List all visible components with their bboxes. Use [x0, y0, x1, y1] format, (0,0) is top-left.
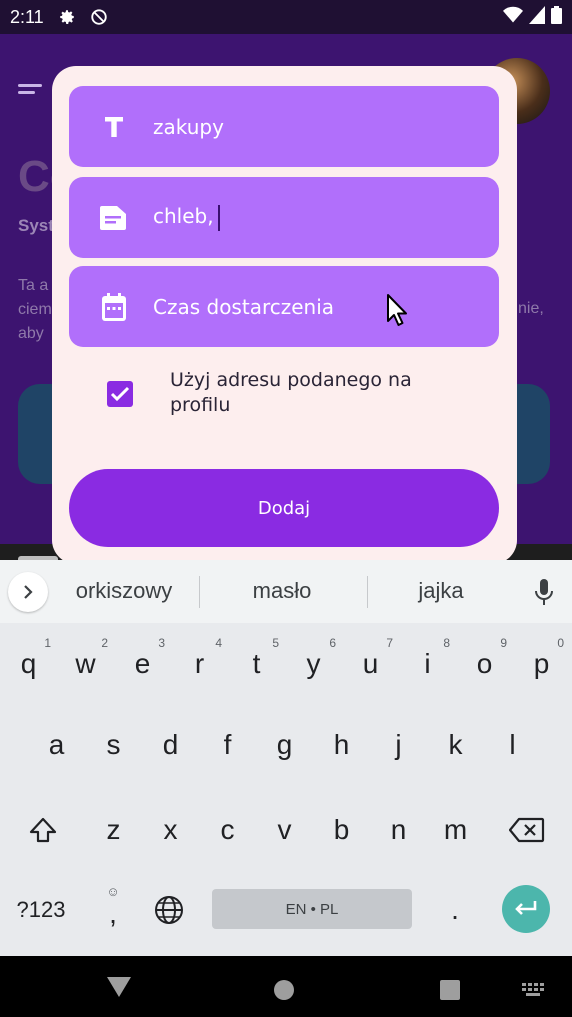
key-t[interactable]: t5: [228, 634, 285, 694]
mouse-cursor-icon: [386, 293, 408, 327]
title-field[interactable]: zakupy: [69, 86, 499, 167]
backspace-key[interactable]: [498, 800, 555, 860]
period-key[interactable]: .: [428, 880, 482, 940]
key-x[interactable]: x: [142, 800, 199, 860]
shift-key[interactable]: [14, 800, 71, 860]
suggestion-divider: [199, 576, 200, 608]
suggestion-3[interactable]: jajka: [371, 578, 511, 604]
key-l[interactable]: l: [484, 715, 541, 775]
battery-icon: [551, 5, 562, 29]
suggestion-bar: orkiszowy masło jajka: [0, 560, 572, 623]
expand-toolbar-button[interactable]: [8, 572, 48, 612]
recents-icon[interactable]: [440, 980, 460, 1000]
do-not-disturb-icon: [90, 8, 108, 26]
key-n[interactable]: n: [370, 800, 427, 860]
chevron-right-icon: [24, 585, 33, 599]
enter-icon: [515, 901, 537, 915]
content-field[interactable]: chleb,: [69, 177, 499, 258]
text-icon: [99, 112, 129, 142]
comma-key[interactable]: ☺ ,: [86, 880, 140, 940]
status-time: 2:11: [10, 6, 44, 27]
notes-icon: [99, 203, 129, 233]
text-caret: [217, 204, 220, 231]
home-icon[interactable]: [274, 980, 294, 1000]
globe-icon: [155, 896, 183, 924]
soft-keyboard: orkiszowy masło jajka q1 w2 e3 r4 t5 y6 …: [0, 560, 572, 956]
key-z[interactable]: z: [85, 800, 142, 860]
wifi-icon: [503, 6, 523, 29]
content-field-value: chleb,: [153, 204, 220, 231]
enter-key[interactable]: [502, 885, 550, 933]
emoji-icon: ☺: [106, 884, 120, 899]
background-subtitle: Syst: [18, 216, 54, 235]
key-q[interactable]: q1: [0, 634, 57, 694]
menu-icon: [18, 84, 42, 98]
use-profile-address-label: Użyj adresu podanego na profilu: [170, 369, 412, 416]
key-u[interactable]: u7: [342, 634, 399, 694]
key-m[interactable]: m: [427, 800, 484, 860]
key-g[interactable]: g: [256, 715, 313, 775]
key-i[interactable]: i8: [399, 634, 456, 694]
language-key[interactable]: [142, 880, 196, 940]
navigation-bar: [0, 956, 572, 1017]
microphone-icon[interactable]: [532, 578, 556, 606]
shift-icon: [29, 817, 56, 843]
status-bar: 2:11: [0, 0, 572, 34]
back-icon[interactable]: [106, 976, 132, 1002]
symbols-key[interactable]: ?123: [6, 880, 76, 940]
background-text-right: nie,: [518, 300, 544, 317]
spacebar[interactable]: EN • PL: [212, 889, 412, 929]
backspace-icon: [508, 817, 544, 843]
suggestion-divider: [367, 576, 368, 608]
key-w[interactable]: w2: [57, 634, 114, 694]
key-f[interactable]: f: [199, 715, 256, 775]
signal-icon: [529, 5, 545, 29]
add-button[interactable]: Dodaj: [69, 469, 499, 547]
delivery-time-field[interactable]: Czas dostarczenia: [69, 266, 499, 347]
add-order-dialog: zakupy chleb, Czas dostarczenia Użyj adr…: [52, 66, 517, 564]
key-b[interactable]: b: [313, 800, 370, 860]
key-c[interactable]: c: [199, 800, 256, 860]
key-a[interactable]: a: [28, 715, 85, 775]
key-p[interactable]: p0: [513, 634, 570, 694]
check-icon: [110, 386, 130, 402]
key-e[interactable]: e3: [114, 634, 171, 694]
use-profile-address-checkbox[interactable]: [107, 381, 133, 407]
key-o[interactable]: o9: [456, 634, 513, 694]
key-y[interactable]: y6: [285, 634, 342, 694]
delivery-time-placeholder: Czas dostarczenia: [153, 294, 335, 319]
key-r[interactable]: r4: [171, 634, 228, 694]
key-s[interactable]: s: [85, 715, 142, 775]
settings-icon: [58, 8, 76, 26]
key-h[interactable]: h: [313, 715, 370, 775]
key-j[interactable]: j: [370, 715, 427, 775]
background-text: Ta a ciem aby: [18, 277, 52, 342]
keyboard-switch-icon[interactable]: [522, 982, 544, 996]
key-v[interactable]: v: [256, 800, 313, 860]
suggestion-1[interactable]: orkiszowy: [54, 578, 194, 604]
calendar-icon: [99, 292, 129, 322]
key-d[interactable]: d: [142, 715, 199, 775]
title-field-value: zakupy: [153, 114, 224, 139]
use-profile-address-row[interactable]: Użyj adresu podanego na profilu: [69, 366, 499, 426]
key-k[interactable]: k: [427, 715, 484, 775]
suggestion-2[interactable]: masło: [212, 578, 352, 604]
